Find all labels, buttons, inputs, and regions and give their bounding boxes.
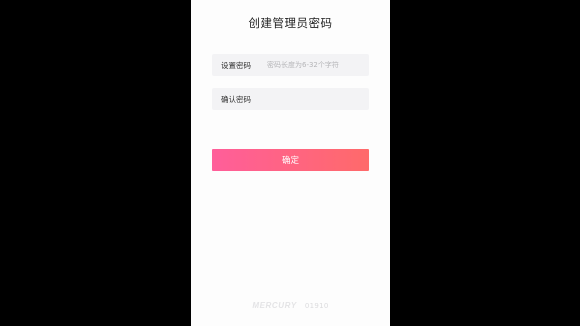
confirm-password-label: 确认密码	[221, 94, 251, 104]
confirm-password-input[interactable]	[267, 88, 363, 110]
confirm-button[interactable]: 确定	[212, 149, 369, 171]
set-password-input[interactable]	[267, 54, 363, 76]
set-password-label: 设置密码	[221, 60, 251, 70]
confirm-password-field[interactable]: 确认密码	[212, 88, 369, 110]
page-title: 创建管理员密码	[248, 16, 333, 30]
phone-screen: 创建管理员密码 设置密码 确认密码 确定 MERCURY 01910	[191, 0, 390, 326]
mercury-logo: MERCURY	[252, 301, 297, 310]
device-code: 01910	[304, 301, 329, 310]
set-password-field[interactable]: 设置密码	[212, 54, 369, 76]
footer: MERCURY 01910	[191, 301, 390, 310]
